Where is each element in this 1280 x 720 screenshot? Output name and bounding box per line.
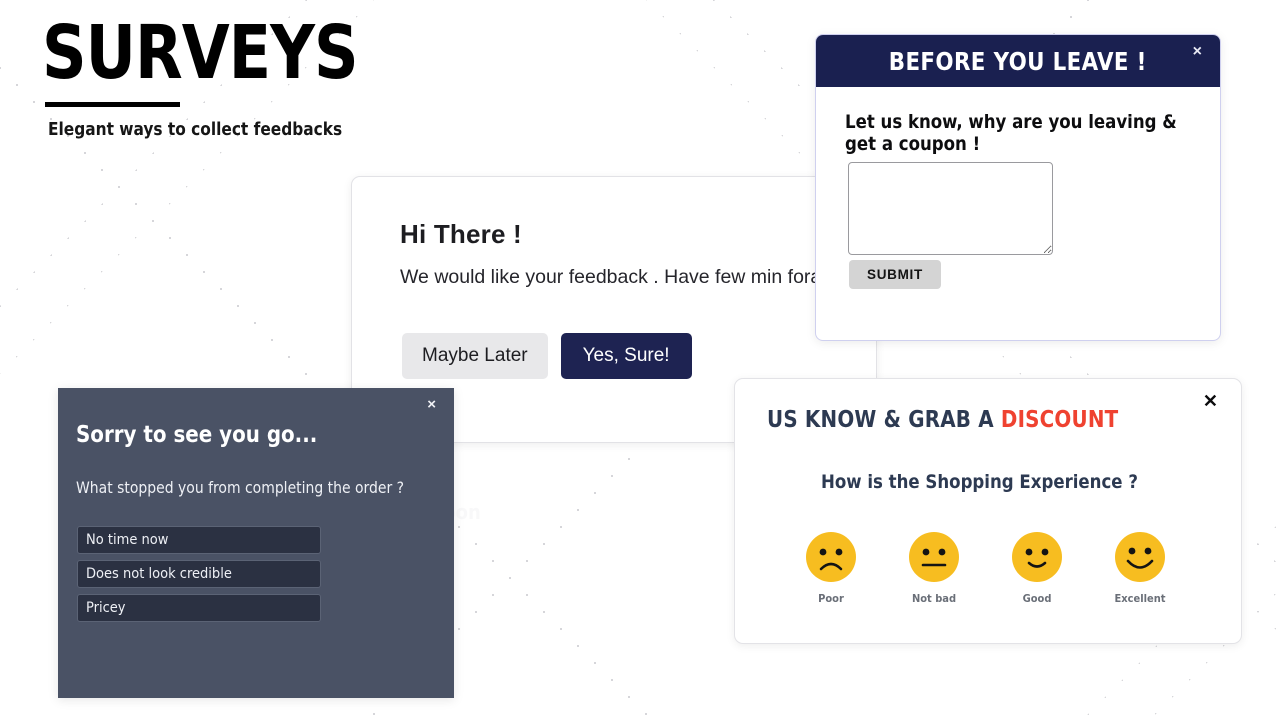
sorry-panel-title: Sorry to see you go...: [76, 422, 318, 448]
rating-option-label: Not bad: [911, 592, 957, 605]
hi-there-title: Hi There !: [400, 219, 522, 249]
submit-button[interactable]: SUBMIT: [849, 260, 941, 289]
maybe-later-button[interactable]: Maybe Later: [402, 333, 548, 379]
rating-dialog: ✕ US KNOW & GRAB A DISCOUNT How is the S…: [734, 378, 1242, 644]
rating-heading: US KNOW & GRAB A DISCOUNT: [767, 407, 1118, 433]
sad-face-icon: [806, 532, 856, 582]
rating-option-not-bad[interactable]: Not bad: [908, 531, 960, 605]
title-divider: [45, 102, 180, 108]
rating-option-label: Excellent: [1114, 592, 1166, 605]
grin-face-icon: [1115, 532, 1165, 582]
close-icon[interactable]: ×: [421, 396, 442, 413]
before-you-leave-title: BEFORE YOU LEAVE !: [888, 46, 1147, 76]
sorry-option-not-credible[interactable]: Does not look credible: [77, 560, 321, 588]
before-you-leave-header: BEFORE YOU LEAVE ! ×: [816, 35, 1220, 87]
sorry-option-no-time-now[interactable]: No time now: [77, 526, 321, 554]
rating-option-label: Poor: [818, 592, 844, 605]
rating-option-good[interactable]: Good: [1011, 531, 1063, 605]
hi-there-body-text: We would like your feedback . Have few m…: [400, 266, 877, 288]
page-tagline: Elegant ways to collect feedbacks: [48, 119, 343, 141]
close-icon[interactable]: ✕: [1197, 391, 1224, 411]
sorry-option-pricey[interactable]: Pricey: [77, 594, 321, 622]
rating-options-list: Poor Not bad Good Excellent: [805, 531, 1166, 605]
rating-heading-prefix: US KNOW & GRAB A: [767, 407, 1001, 433]
neutral-face-icon: [909, 532, 959, 582]
before-you-leave-dialog: BEFORE YOU LEAVE ! × Let us know, why ar…: [815, 34, 1221, 341]
sorry-panel-question: What stopped you from completing the ord…: [76, 478, 405, 497]
rating-heading-accent: DISCOUNT: [1000, 407, 1119, 433]
rating-question: How is the Shopping Experience ?: [821, 471, 1138, 493]
hi-there-actions: Maybe Later Yes, Sure!: [402, 333, 692, 379]
page-title: SURVEYS: [42, 10, 359, 96]
smile-face-icon: [1012, 532, 1062, 582]
sorry-to-see-you-go-dialog: × Sorry to see you go... What stopped yo…: [58, 388, 454, 698]
sorry-options-list: No time now Does not look credible Price…: [77, 526, 321, 622]
yes-sure-button[interactable]: Yes, Sure!: [560, 333, 692, 379]
close-icon[interactable]: ×: [1187, 43, 1208, 61]
rating-option-label: Good: [1022, 592, 1052, 605]
rating-option-excellent[interactable]: Excellent: [1114, 531, 1166, 605]
leave-reason-textarea[interactable]: [848, 162, 1053, 255]
rating-option-poor[interactable]: Poor: [805, 531, 857, 605]
page-header: SURVEYS Elegant ways to collect feedback…: [42, 10, 381, 141]
before-you-leave-prompt: Let us know, why are you leaving & get a…: [845, 111, 1177, 155]
